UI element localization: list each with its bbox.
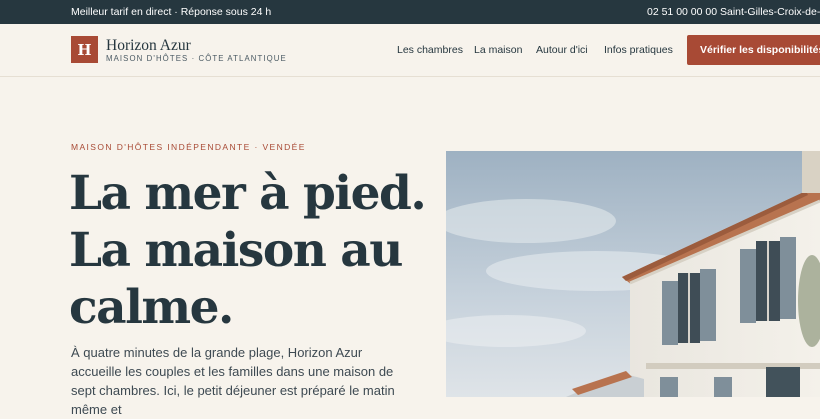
nav-link-maison[interactable]: La maison <box>474 44 522 56</box>
site-header: H Horizon Azur MAISON D'HÔTES · CÔTE ATL… <box>0 24 820 77</box>
headline-line-3: calme. <box>69 280 234 335</box>
headline-line-1: La mer à pied. <box>69 166 427 221</box>
nav-link-infos[interactable]: Infos pratiques <box>604 44 673 56</box>
hero-headline: La mer à pied. La maison au calme. <box>69 165 427 336</box>
logo-icon[interactable]: H <box>71 36 98 63</box>
nav-link-chambres[interactable]: Les chambres <box>397 44 463 56</box>
topbar-tagline: Meilleur tarif en direct · Réponse sous … <box>71 6 272 18</box>
headline-line-2: La maison au <box>69 223 403 278</box>
topbar-phone-link[interactable]: 02 51 00 00 00 <box>647 6 717 18</box>
hero-intro: À quatre minutes de la grande plage, Hor… <box>71 345 395 417</box>
house-photo <box>446 151 820 397</box>
hero-eyebrow: MAISON D'HÔTES INDÉPENDANTE · VENDÉE <box>71 142 306 152</box>
check-availability-button[interactable]: Vérifier les disponibilités <box>687 35 820 65</box>
brand-name[interactable]: Horizon Azur <box>106 37 191 55</box>
brand-tagline: MAISON D'HÔTES · CÔTE ATLANTIQUE <box>106 54 287 63</box>
nav-link-autour[interactable]: Autour d'ici <box>536 44 588 56</box>
topbar-city: Saint-Gilles-Croix-de-Vie <box>720 6 820 18</box>
top-info-bar: Meilleur tarif en direct · Réponse sous … <box>0 0 820 24</box>
